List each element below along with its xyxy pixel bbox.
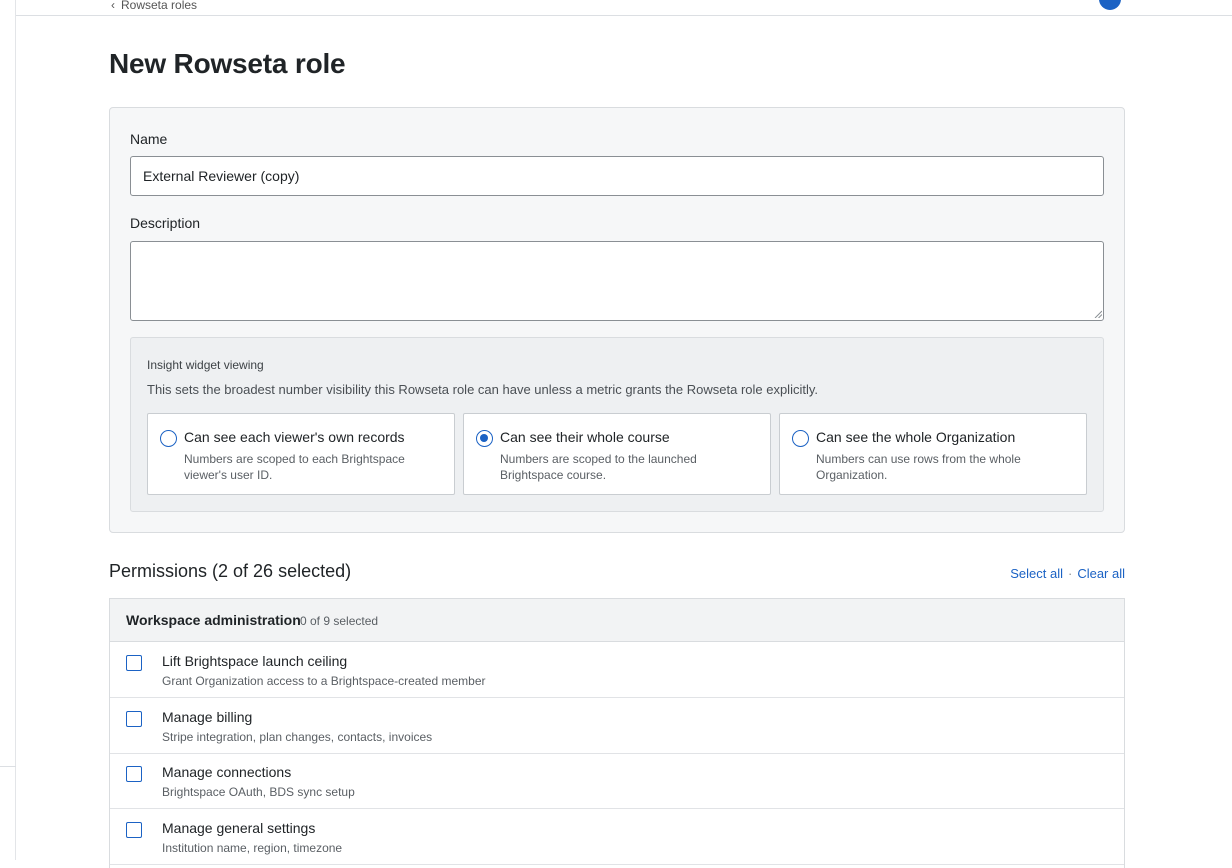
permission-row[interactable]: Manage connections Brightspace OAuth, BD… xyxy=(110,753,1124,809)
option-title: Can see each viewer's own records xyxy=(184,429,405,445)
option-description: Numbers can use rows from the whole Orga… xyxy=(816,452,1021,482)
topbar: ‹ Rowseta roles xyxy=(16,0,1232,16)
sidebar xyxy=(0,0,16,860)
name-input[interactable] xyxy=(130,156,1104,196)
radio-own-records[interactable] xyxy=(160,430,177,447)
permission-name: Manage connections xyxy=(162,764,292,780)
description-label: Description xyxy=(130,215,201,231)
separator: · xyxy=(1067,566,1073,581)
avatar[interactable] xyxy=(1099,0,1121,10)
permission-description: Grant Organization access to a Brightspa… xyxy=(162,674,486,688)
permission-row[interactable]: Lift Brightspace launch ceiling Grant Or… xyxy=(110,642,1124,698)
permission-description: Stripe integration, plan changes, contac… xyxy=(162,730,433,744)
permission-description: Brightspace OAuth, BDS sync setup xyxy=(162,785,355,799)
breadcrumb-label: Rowseta roles xyxy=(121,0,198,12)
option-whole-course[interactable]: Can see their whole course Numbers are s… xyxy=(463,413,771,495)
breadcrumb[interactable]: ‹ Rowseta roles xyxy=(111,0,197,12)
permission-checkbox[interactable] xyxy=(126,766,142,782)
group-selected-count: 0 of 9 selected xyxy=(300,614,379,628)
option-title: Can see their whole course xyxy=(500,429,670,445)
chevron-left-icon: ‹ xyxy=(111,0,115,12)
name-label: Name xyxy=(130,131,168,147)
group-name: Workspace administration xyxy=(126,612,301,628)
page-title: New Rowseta role xyxy=(109,48,346,79)
permission-checkbox[interactable] xyxy=(126,822,142,838)
sidebar-divider xyxy=(0,766,16,767)
role-form-card: Name Description Insight widget viewing … xyxy=(109,107,1125,533)
option-whole-organization[interactable]: Can see the whole Organization Numbers c… xyxy=(779,413,1087,495)
radio-whole-organization[interactable] xyxy=(792,430,809,447)
permission-name: Manage billing xyxy=(162,709,253,725)
permission-checkbox[interactable] xyxy=(126,655,142,671)
option-description: Numbers are scoped to each Brightspace v… xyxy=(184,452,405,482)
clear-all-link[interactable]: Clear all xyxy=(1077,566,1125,581)
permission-row[interactable]: Manage billing Stripe integration, plan … xyxy=(110,698,1124,754)
radio-whole-course[interactable] xyxy=(476,430,493,447)
permission-name: Lift Brightspace launch ceiling xyxy=(162,653,348,669)
permission-checkbox[interactable] xyxy=(126,711,142,727)
permissions-table: Workspace administration 0 of 9 selected… xyxy=(109,598,1125,868)
description-textarea[interactable] xyxy=(130,241,1104,321)
permissions-title: Permissions (2 of 26 selected) xyxy=(109,561,352,581)
permission-row[interactable]: Manage general settings Institution name… xyxy=(110,809,1124,865)
insight-section-title: Insight widget viewing xyxy=(147,358,264,372)
option-own-records[interactable]: Can see each viewer's own records Number… xyxy=(147,413,455,495)
permission-description: Institution name, region, timezone xyxy=(162,841,343,855)
insight-widget-viewing-section: Insight widget viewing This sets the bro… xyxy=(130,337,1104,512)
option-title: Can see the whole Organization xyxy=(816,429,1016,445)
option-description: Numbers are scoped to the launched Brigh… xyxy=(500,452,697,482)
insight-section-description: This sets the broadest number visibility… xyxy=(147,382,818,397)
permissions-actions: Select all · Clear all xyxy=(1010,566,1125,581)
resize-grip-icon[interactable] xyxy=(1094,310,1102,318)
select-all-link[interactable]: Select all xyxy=(1010,566,1063,581)
permission-group-header: Workspace administration 0 of 9 selected xyxy=(110,599,1124,642)
permission-name: Manage general settings xyxy=(162,820,316,836)
